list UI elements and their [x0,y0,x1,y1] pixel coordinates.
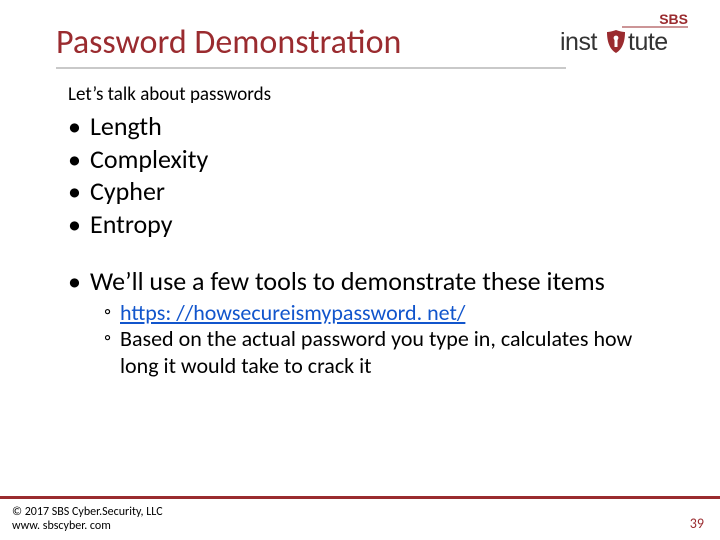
logo-sbs-text: SBS [659,11,688,27]
logo-inst-right: tute [628,28,668,56]
footer-url: www. sbscyber. com [12,519,163,533]
title-rule [56,67,566,69]
footer-text: © 2017 SBS Cyber.Security, LLC www. sbsc… [12,505,163,534]
list-item: Length [68,110,664,143]
sub-item-link: https: //howsecureismypassword. net/ [104,300,664,327]
logo-svg: SBS inst tute [560,10,690,58]
password-tool-link[interactable]: https: //howsecureismypassword. net/ [120,299,465,326]
sub-item-desc: Based on the actual password you type in… [104,326,664,380]
slide: SBS inst tute Password Demonstration Let… [0,0,720,540]
brand-logo: SBS inst tute [560,10,690,63]
logo-inst-left: inst [560,28,597,56]
intro-text: Let’s talk about passwords [68,83,664,106]
tools-bullet: We’ll use a few tools to demonstrate the… [68,266,664,297]
list-item: Complexity [68,143,664,176]
shield-icon [607,30,625,53]
list-item: Cypher [68,175,664,208]
bullet-list: Length Complexity Cypher Entropy [68,110,664,240]
page-number: 39 [690,515,704,532]
copyright: © 2017 SBS Cyber.Security, LLC [12,505,163,519]
sub-list: https: //howsecureismypassword. net/ Bas… [104,300,664,380]
list-item: Entropy [68,208,664,241]
footer-bar: © 2017 SBS Cyber.Security, LLC www. sbsc… [0,496,720,540]
